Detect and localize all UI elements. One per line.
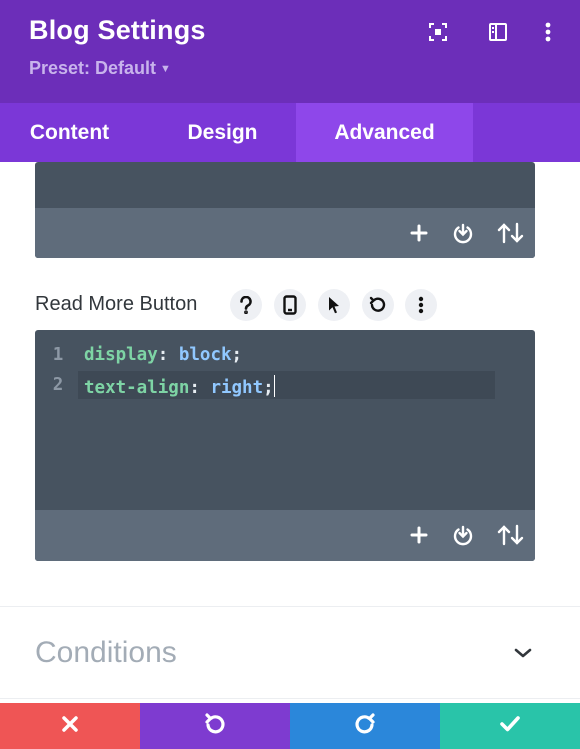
section-divider bbox=[0, 606, 580, 607]
undo-button[interactable] bbox=[140, 703, 290, 749]
action-bar bbox=[0, 703, 580, 749]
redo-button[interactable] bbox=[290, 703, 440, 749]
css-editor-previous[interactable] bbox=[35, 162, 535, 258]
sort-icon[interactable] bbox=[496, 221, 526, 245]
tab-content[interactable]: Content bbox=[0, 103, 139, 162]
undo-icon bbox=[203, 712, 227, 741]
add-icon[interactable] bbox=[407, 221, 431, 245]
cursor-icon[interactable] bbox=[318, 289, 350, 321]
preset-selector[interactable]: Preset: Default ▼ bbox=[29, 58, 171, 79]
save-button[interactable] bbox=[440, 703, 580, 749]
blog-settings-panel: Blog Settings Preset: Default ▼ Content … bbox=[0, 0, 580, 749]
read-more-button-label: Read More Button bbox=[35, 293, 198, 315]
code-text[interactable]: display: block; bbox=[84, 345, 242, 365]
code-line: 1 display: block; bbox=[35, 342, 535, 370]
panel-title: Blog Settings bbox=[29, 15, 206, 45]
download-icon[interactable] bbox=[451, 523, 475, 547]
help-icon[interactable] bbox=[230, 289, 262, 321]
add-icon[interactable] bbox=[407, 523, 431, 547]
sort-icon[interactable] bbox=[496, 523, 526, 547]
preset-label: Preset: Default bbox=[29, 58, 157, 78]
download-icon[interactable] bbox=[451, 221, 475, 245]
reset-icon[interactable] bbox=[362, 289, 394, 321]
css-editor-read-more[interactable]: 1 display: block; 2 text-align: right; bbox=[35, 330, 535, 561]
line-number: 2 bbox=[52, 375, 64, 395]
cancel-button[interactable] bbox=[0, 703, 140, 749]
editor-toolbar bbox=[35, 208, 535, 258]
editor-toolbar bbox=[35, 510, 535, 561]
code-text[interactable]: text-align: right; bbox=[84, 375, 275, 398]
focus-icon[interactable] bbox=[426, 20, 450, 44]
modal-header: Blog Settings Preset: Default ▼ bbox=[0, 0, 580, 103]
mobile-icon[interactable] bbox=[274, 289, 306, 321]
code-line: 2 text-align: right; bbox=[35, 372, 535, 400]
close-icon bbox=[61, 715, 79, 738]
conditions-toggle[interactable]: Conditions bbox=[35, 636, 177, 670]
more-vertical-icon[interactable] bbox=[405, 289, 437, 321]
tab-bar: Content Design Advanced bbox=[0, 103, 580, 162]
line-number: 1 bbox=[52, 345, 64, 365]
caret-down-icon: ▼ bbox=[160, 63, 171, 75]
more-vertical-icon[interactable] bbox=[536, 20, 560, 44]
text-cursor bbox=[273, 375, 275, 397]
sidebar-layout-icon[interactable] bbox=[486, 20, 510, 44]
chevron-down-icon[interactable] bbox=[511, 641, 535, 665]
tab-design[interactable]: Design bbox=[150, 103, 295, 162]
section-divider bbox=[0, 698, 580, 699]
check-icon bbox=[499, 715, 521, 738]
tab-advanced[interactable]: Advanced bbox=[296, 103, 473, 162]
redo-icon bbox=[353, 712, 377, 741]
